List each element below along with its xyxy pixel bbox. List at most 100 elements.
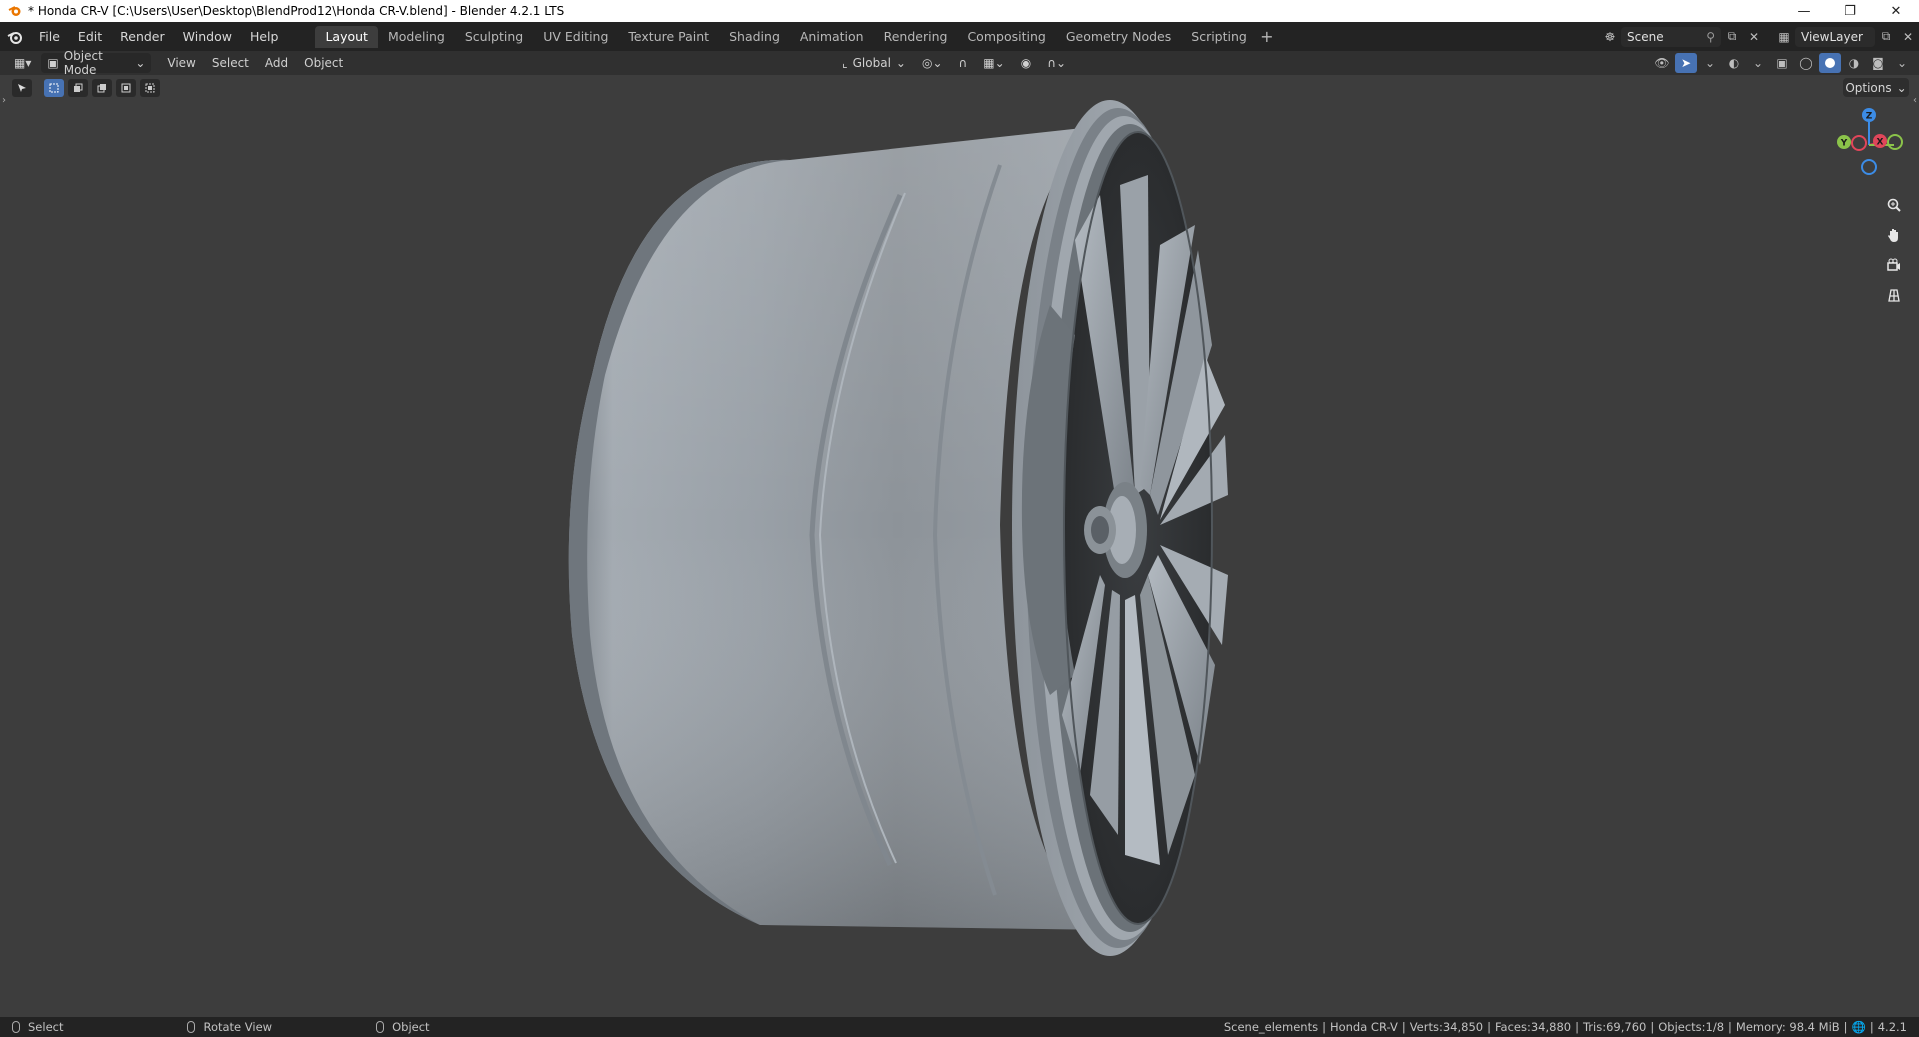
falloff-icon[interactable]: ∩⌄ <box>1041 53 1072 73</box>
zoom-icon[interactable] <box>1881 192 1907 218</box>
gizmo-dropdown-icon[interactable]: ⌄ <box>1699 53 1721 73</box>
menu-window[interactable]: Window <box>174 26 241 48</box>
window-titlebar: * Honda CR-V [C:\Users\User\Desktop\Blen… <box>0 0 1919 22</box>
z-axis-label: Z <box>1866 112 1873 122</box>
wheel-rim-model[interactable] <box>0 75 1919 1017</box>
material-shading-icon[interactable]: ◑ <box>1843 53 1865 73</box>
chevron-down-icon: ⌄ <box>135 56 146 70</box>
neg-x-axis-icon[interactable] <box>1851 135 1867 151</box>
viewport-display-tools: 👁 ➤ ⌄ ◐ ⌄ ▣ ◯ ◑ ◙ ⌄ <box>1651 53 1913 73</box>
new-scene-icon[interactable]: ⧉ <box>1721 27 1743 47</box>
stat-tris: Tris:69,760 <box>1582 1020 1647 1034</box>
menu-render[interactable]: Render <box>111 26 174 48</box>
options-dropdown[interactable]: Options ⌄ <box>1843 78 1909 97</box>
overlays-dropdown-icon[interactable]: ⌄ <box>1747 53 1769 73</box>
delete-view-layer-icon[interactable]: ✕ <box>1897 27 1919 47</box>
transform-orientation-dropdown[interactable]: ⌞ Global ⌄ <box>836 53 912 73</box>
stat-collection: Scene_elements <box>1223 1020 1319 1034</box>
minimize-button[interactable]: — <box>1781 0 1827 22</box>
menu-view[interactable]: View <box>161 53 201 73</box>
stat-verts: Verts:34,850 <box>1409 1020 1484 1034</box>
xray-icon[interactable]: ▣ <box>1771 53 1793 73</box>
workspace-tabs: Layout Modeling Sculpting UV Editing Tex… <box>315 25 1277 48</box>
tab-sculpting[interactable]: Sculpting <box>455 26 533 48</box>
menu-help[interactable]: Help <box>241 26 288 48</box>
tab-shading[interactable]: Shading <box>719 26 790 48</box>
tab-geometry-nodes[interactable]: Geometry Nodes <box>1056 26 1181 48</box>
gizmo-toggle-icon[interactable]: ➤ <box>1675 53 1697 73</box>
3d-viewport[interactable]: › ‹ Options ⌄ Z Y X <box>0 75 1919 1017</box>
window-title: * Honda CR-V [C:\Users\User\Desktop\Blen… <box>28 4 565 18</box>
select-tool-icon[interactable] <box>12 79 32 97</box>
new-view-layer-icon[interactable]: ⧉ <box>1875 27 1897 47</box>
stat-version: 4.2.1 <box>1877 1020 1907 1034</box>
stat-memory: Memory: 98.4 MiB <box>1735 1020 1840 1034</box>
left-mouse-icon <box>12 1021 20 1033</box>
scene-selectors: ☸ Scene ⚲ ⧉ ✕ ▦ ViewLayer ⧉ ✕ <box>1599 22 1919 51</box>
navigation-gizmo[interactable]: Z Y X <box>1829 105 1909 185</box>
overlays-icon[interactable]: ◐ <box>1723 53 1745 73</box>
view-layer-icon[interactable]: ▦ <box>1773 27 1795 47</box>
stat-faces: Faces:34,880 <box>1494 1020 1572 1034</box>
sidebar-expand-icon[interactable]: ‹ <box>1913 95 1917 106</box>
select-tools <box>12 79 160 97</box>
select-subtract-icon[interactable] <box>92 79 112 97</box>
menu-add[interactable]: Add <box>259 53 294 73</box>
transform-tools: ⌞ Global ⌄ ◎⌄ ∩ ▦⌄ ◉ ∩⌄ <box>836 53 1072 73</box>
mode-dropdown[interactable]: ▣ Object Mode ⌄ <box>41 49 152 77</box>
rendered-shading-icon[interactable]: ◙ <box>1867 53 1889 73</box>
tab-modeling[interactable]: Modeling <box>378 26 455 48</box>
snap-target-icon[interactable]: ▦⌄ <box>977 53 1010 73</box>
visibility-icon[interactable]: 👁 <box>1651 53 1673 73</box>
camera-view-icon[interactable] <box>1881 252 1907 278</box>
menu-select[interactable]: Select <box>206 53 255 73</box>
perspective-toggle-icon[interactable] <box>1881 282 1907 308</box>
view-layer-name: ViewLayer <box>1801 29 1863 44</box>
tab-rendering[interactable]: Rendering <box>874 26 958 48</box>
menu-edit[interactable]: Edit <box>69 26 111 48</box>
status-bar: Select Rotate View Object Scene_elements… <box>0 1017 1919 1037</box>
tab-layout[interactable]: Layout <box>315 25 378 48</box>
delete-scene-icon[interactable]: ✕ <box>1743 27 1765 47</box>
tab-compositing[interactable]: Compositing <box>957 26 1055 48</box>
restore-button[interactable]: ❐ <box>1827 0 1873 22</box>
scene-name-field[interactable]: Scene ⚲ <box>1621 26 1721 47</box>
scene-icon[interactable]: ☸ <box>1599 27 1621 47</box>
orientation-icon: ⌞ <box>842 56 848 70</box>
hint-rotate-label: Rotate View <box>203 1020 273 1034</box>
add-workspace-button[interactable]: + <box>1257 26 1277 48</box>
tab-scripting[interactable]: Scripting <box>1181 26 1257 48</box>
menu-file[interactable]: File <box>30 26 69 48</box>
select-intersect-icon[interactable] <box>140 79 160 97</box>
menu-object[interactable]: Object <box>298 53 349 73</box>
viewport-header: ▦▾ ▣ Object Mode ⌄ View Select Add Objec… <box>0 49 1919 77</box>
select-extend-icon[interactable] <box>68 79 88 97</box>
pivot-point-icon[interactable]: ◎⌄ <box>916 53 949 73</box>
neg-y-axis-icon[interactable] <box>1887 134 1903 150</box>
neg-z-axis-icon[interactable] <box>1861 159 1877 175</box>
pin-icon[interactable]: ⚲ <box>1706 30 1715 44</box>
chevron-down-icon: ⌄ <box>1896 80 1907 95</box>
hint-object-label: Object <box>392 1020 430 1034</box>
pan-hand-icon[interactable] <box>1881 222 1907 248</box>
blender-menu-icon[interactable] <box>0 22 30 51</box>
shading-dropdown-icon[interactable]: ⌄ <box>1891 53 1913 73</box>
select-invert-icon[interactable] <box>116 79 136 97</box>
select-new-icon[interactable] <box>44 79 64 97</box>
snap-icon[interactable]: ∩ <box>953 53 974 73</box>
mode-label: Object Mode <box>63 49 103 77</box>
globe-icon: 🌐 <box>1851 1020 1866 1034</box>
toolbar-expand-icon[interactable]: › <box>2 95 6 106</box>
view-layer-field[interactable]: ViewLayer <box>1795 26 1875 47</box>
wireframe-shading-icon[interactable]: ◯ <box>1795 53 1817 73</box>
editor-type-icon[interactable]: ▦▾ <box>8 53 37 73</box>
close-button[interactable]: ✕ <box>1873 0 1919 22</box>
tab-texture-paint[interactable]: Texture Paint <box>618 26 719 48</box>
solid-shading-icon[interactable] <box>1819 53 1841 73</box>
tab-animation[interactable]: Animation <box>790 26 874 48</box>
chevron-down-icon: ⌄ <box>895 56 906 70</box>
scene-name: Scene <box>1627 29 1664 44</box>
orientation-label: Global <box>852 56 891 70</box>
proportional-editing-icon[interactable]: ◉ <box>1015 53 1037 73</box>
tab-uv-editing[interactable]: UV Editing <box>533 26 618 48</box>
